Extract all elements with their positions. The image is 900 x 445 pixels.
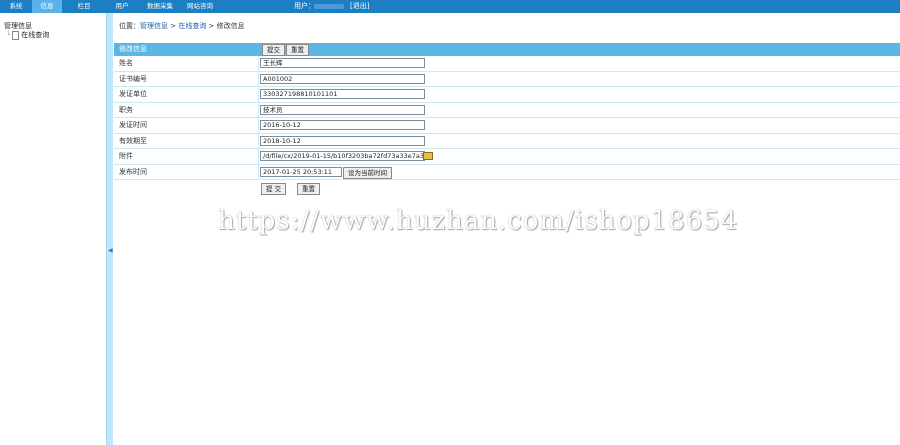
tree-item-online-query[interactable]: └ 在线查询 [6,30,49,40]
form-row-cert-no: 证书编号 A001002 [114,71,900,87]
field-label: 发布时间 [119,167,147,176]
folder-upload-icon[interactable] [423,152,433,160]
tree-item-label: 在线查询 [21,31,50,39]
form-row-issue-date: 发证时间 2016-10-12 [114,118,900,134]
watermark: https://www.huzhan.com/ishop18654 [218,206,739,236]
form-row-attachment: 附件 /d/file/cx/2019-01-15/b10f3203ba72fd7… [114,149,900,165]
breadcrumb: 位置：管理信息 > 在线查询 > 修改信息 [119,21,245,31]
breadcrumb-prefix: 位置： [119,22,140,30]
breadcrumb-separator: > [168,22,179,30]
breadcrumb-manage-info[interactable]: 管理信息 [140,22,168,30]
field-label: 发证单位 [119,90,147,98]
reset-button-top[interactable]: 重置 [286,44,309,56]
nav-item-data-collect[interactable]: 数据采集 [140,0,180,13]
user-name-blurred [314,4,344,9]
form-row-publish-time: 发布时间 2017-01-25 20:53:11 设为当前时间 [114,164,900,180]
set-current-time-button[interactable]: 设为当前时间 [343,166,392,179]
sidebar-splitter[interactable]: ◀ [106,13,113,445]
nav-item-system[interactable]: 系统 [0,0,32,13]
reset-button[interactable]: 重置 [297,183,320,195]
cert-no-input[interactable]: A001002 [260,73,425,84]
position-input[interactable]: 技术员 [260,104,425,115]
publish-time-input[interactable]: 2017-01-25 20:53:11 [260,166,342,177]
form-row-issuer: 发证单位 330327198810101101 [114,87,900,103]
valid-until-input[interactable]: 2018-10-12 [260,135,425,146]
logout-link[interactable]: [退出] [350,0,369,13]
submit-button-top[interactable]: 提交 [262,44,285,56]
form-bottom-actions: 提 交 重置 [114,180,900,196]
issue-date-input[interactable]: 2016-10-12 [260,120,425,130]
name-input[interactable]: 王长辉 [260,58,425,68]
form-row-position: 职务 技术员 [114,102,900,118]
tree-connector: └ [6,31,11,39]
submit-button[interactable]: 提 交 [261,183,287,195]
field-label: 证书编号 [119,74,147,83]
nav-item-site-consult[interactable]: 网站咨询 [180,0,220,13]
nav-item-info[interactable]: 信息 [32,0,62,13]
field-label: 有效期至 [119,136,147,145]
user-label: 用户： [294,2,315,10]
breadcrumb-separator: > [206,22,217,30]
collapse-arrow-icon[interactable]: ◀ [108,247,113,254]
document-icon [12,30,20,40]
field-label: 发证时间 [119,121,147,129]
form-header: 修改信息 提交 重置 [114,43,900,56]
field-label: 附件 [119,152,133,160]
form-row-valid-until: 有效期至 2018-10-12 [114,133,900,149]
breadcrumb-online-query[interactable]: 在线查询 [178,22,206,30]
nav-item-column[interactable]: 栏目 [68,0,100,13]
nav-item-user[interactable]: 用户 [106,0,138,13]
edit-form: 修改信息 提交 重置 姓名 王长辉 证书编号 A001002 发证单位 3303… [114,43,900,196]
form-title: 修改信息 [119,45,147,53]
attachment-input[interactable]: /d/file/cx/2019-01-15/b10f3203ba72fd73a3… [260,151,425,161]
form-row-name: 姓名 王长辉 [114,56,900,72]
field-label: 职务 [119,105,133,114]
sidebar: 管理信息 └ 在线查询 [0,13,106,445]
breadcrumb-current: 修改信息 [216,22,245,30]
top-nav-bar: 系统 信息 栏目 用户 数据采集 网站咨询 用户： [退出] [0,0,900,13]
field-label: 姓名 [119,59,133,67]
issuer-input[interactable]: 330327198810101101 [260,89,425,99]
